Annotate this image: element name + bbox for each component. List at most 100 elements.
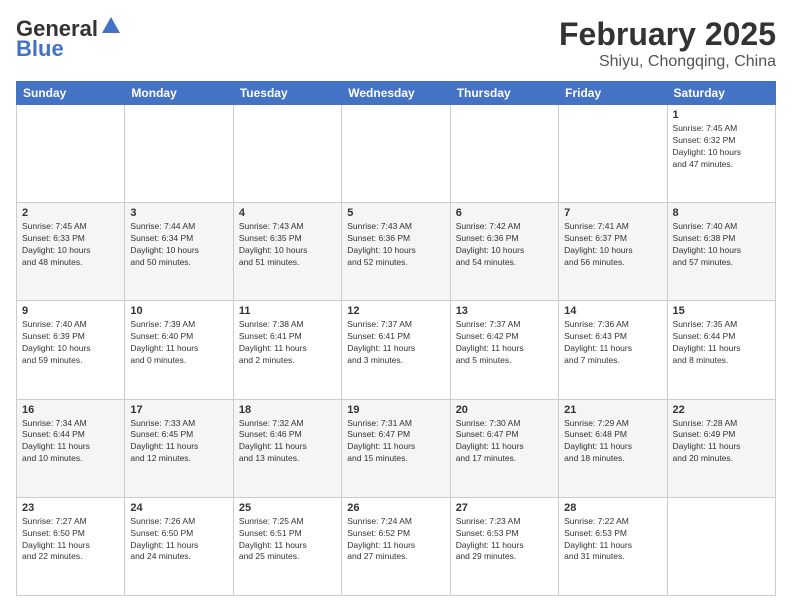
day-info: Sunrise: 7:35 AM Sunset: 6:44 PM Dayligh… (673, 319, 770, 367)
day-info: Sunrise: 7:41 AM Sunset: 6:37 PM Dayligh… (564, 221, 661, 269)
day-number: 27 (456, 502, 553, 514)
day-number: 9 (22, 305, 119, 317)
col-monday: Monday (125, 82, 233, 105)
day-number: 7 (564, 207, 661, 219)
calendar-cell (559, 105, 667, 203)
day-info: Sunrise: 7:39 AM Sunset: 6:40 PM Dayligh… (130, 319, 227, 367)
calendar-cell: 12Sunrise: 7:37 AM Sunset: 6:41 PM Dayli… (342, 301, 450, 399)
day-info: Sunrise: 7:40 AM Sunset: 6:38 PM Dayligh… (673, 221, 770, 269)
calendar-cell: 5Sunrise: 7:43 AM Sunset: 6:36 PM Daylig… (342, 203, 450, 301)
day-info: Sunrise: 7:43 AM Sunset: 6:35 PM Dayligh… (239, 221, 336, 269)
calendar-cell: 6 Sunrise: 7:42 AM Sunset: 6:36 PM Daylig… (450, 203, 558, 301)
day-info: Sunrise: 7:30 AM Sunset: 6:47 PM Dayligh… (456, 418, 553, 466)
calendar-cell: 14Sunrise: 7:36 AM Sunset: 6:43 PM Dayli… (559, 301, 667, 399)
calendar-subtitle: Shiyu, Chongqing, China (559, 53, 776, 71)
day-number: 11 (239, 305, 336, 317)
calendar-cell: 9 Sunrise: 7:40 AM Sunset: 6:39 PM Daylig… (17, 301, 125, 399)
calendar-cell: 2 Sunrise: 7:45 AM Sunset: 6:33 PM Daylig… (17, 203, 125, 301)
day-info: Sunrise: 7:26 AM Sunset: 6:50 PM Dayligh… (130, 516, 227, 564)
calendar-table: Sunday Monday Tuesday Wednesday Thursday… (16, 81, 776, 596)
day-number: 2 (22, 207, 119, 219)
day-number: 22 (673, 404, 770, 416)
calendar-cell: 13 Sunrise: 7:37 AM Sunset: 6:42 PM Dayli… (450, 301, 558, 399)
col-tuesday: Tuesday (233, 82, 341, 105)
calendar-cell: 20 Sunrise: 7:30 AM Sunset: 6:47 PM Dayli… (450, 399, 558, 497)
calendar-cell: 3 Sunrise: 7:44 AM Sunset: 6:34 PM Daylig… (125, 203, 233, 301)
calendar-cell: 10 Sunrise: 7:39 AM Sunset: 6:40 PM Dayli… (125, 301, 233, 399)
day-info: Sunrise: 7:24 AM Sunset: 6:52 PM Dayligh… (347, 516, 444, 564)
day-info: Sunrise: 7:29 AM Sunset: 6:48 PM Dayligh… (564, 418, 661, 466)
day-info: Sunrise: 7:27 AM Sunset: 6:50 PM Dayligh… (22, 516, 119, 564)
calendar-title: February 2025 (559, 16, 776, 53)
day-number: 21 (564, 404, 661, 416)
day-number: 3 (130, 207, 227, 219)
col-saturday: Saturday (667, 82, 775, 105)
col-sunday: Sunday (17, 82, 125, 105)
calendar-cell: 18Sunrise: 7:32 AM Sunset: 6:46 PM Dayli… (233, 399, 341, 497)
day-number: 1 (673, 109, 770, 121)
day-info: Sunrise: 7:37 AM Sunset: 6:42 PM Dayligh… (456, 319, 553, 367)
calendar-cell (125, 105, 233, 203)
day-number: 13 (456, 305, 553, 317)
calendar-week-1: 2 Sunrise: 7:45 AM Sunset: 6:33 PM Daylig… (17, 203, 776, 301)
calendar-cell: 4 Sunrise: 7:43 AM Sunset: 6:35 PM Daylig… (233, 203, 341, 301)
calendar-week-2: 9 Sunrise: 7:40 AM Sunset: 6:39 PM Daylig… (17, 301, 776, 399)
calendar-cell: 22 Sunrise: 7:28 AM Sunset: 6:49 PM Dayli… (667, 399, 775, 497)
title-block: February 2025 Shiyu, Chongqing, China (559, 16, 776, 71)
day-info: Sunrise: 7:42 AM Sunset: 6:36 PM Dayligh… (456, 221, 553, 269)
day-info: Sunrise: 7:37 AM Sunset: 6:41 PM Dayligh… (347, 319, 444, 367)
day-info: Sunrise: 7:43 AM Sunset: 6:36 PM Dayligh… (347, 221, 444, 269)
day-info: Sunrise: 7:28 AM Sunset: 6:49 PM Dayligh… (673, 418, 770, 466)
day-number: 28 (564, 502, 661, 514)
calendar-cell: 21 Sunrise: 7:29 AM Sunset: 6:48 PM Dayli… (559, 399, 667, 497)
day-number: 4 (239, 207, 336, 219)
day-info: Sunrise: 7:25 AM Sunset: 6:51 PM Dayligh… (239, 516, 336, 564)
calendar-cell (667, 497, 775, 595)
logo-icon (100, 15, 122, 37)
calendar-cell: 28Sunrise: 7:22 AM Sunset: 6:53 PM Dayli… (559, 497, 667, 595)
calendar-week-3: 16 Sunrise: 7:34 AM Sunset: 6:44 PM Dayli… (17, 399, 776, 497)
calendar-cell: 26 Sunrise: 7:24 AM Sunset: 6:52 PM Dayli… (342, 497, 450, 595)
calendar-cell (450, 105, 558, 203)
day-number: 25 (239, 502, 336, 514)
calendar-cell: 1 Sunrise: 7:45 AM Sunset: 6:32 PM Daylig… (667, 105, 775, 203)
day-number: 19 (347, 404, 444, 416)
day-info: Sunrise: 7:31 AM Sunset: 6:47 PM Dayligh… (347, 418, 444, 466)
col-thursday: Thursday (450, 82, 558, 105)
header-row: Sunday Monday Tuesday Wednesday Thursday… (17, 82, 776, 105)
day-number: 6 (456, 207, 553, 219)
header: General Blue February 2025 Shiyu, Chongq… (16, 16, 776, 71)
day-info: Sunrise: 7:45 AM Sunset: 6:32 PM Dayligh… (673, 123, 770, 171)
calendar-cell: 16 Sunrise: 7:34 AM Sunset: 6:44 PM Dayli… (17, 399, 125, 497)
day-number: 10 (130, 305, 227, 317)
day-number: 20 (456, 404, 553, 416)
calendar-cell: 15Sunrise: 7:35 AM Sunset: 6:44 PM Dayli… (667, 301, 775, 399)
day-info: Sunrise: 7:33 AM Sunset: 6:45 PM Dayligh… (130, 418, 227, 466)
calendar-cell: 25 Sunrise: 7:25 AM Sunset: 6:51 PM Dayli… (233, 497, 341, 595)
day-info: Sunrise: 7:40 AM Sunset: 6:39 PM Dayligh… (22, 319, 119, 367)
calendar-cell: 24 Sunrise: 7:26 AM Sunset: 6:50 PM Dayli… (125, 497, 233, 595)
calendar-cell: 23 Sunrise: 7:27 AM Sunset: 6:50 PM Dayli… (17, 497, 125, 595)
calendar-cell: 19 Sunrise: 7:31 AM Sunset: 6:47 PM Dayli… (342, 399, 450, 497)
day-number: 24 (130, 502, 227, 514)
day-info: Sunrise: 7:45 AM Sunset: 6:33 PM Dayligh… (22, 221, 119, 269)
calendar-cell: 27Sunrise: 7:23 AM Sunset: 6:53 PM Dayli… (450, 497, 558, 595)
logo: General Blue (16, 16, 122, 62)
day-info: Sunrise: 7:44 AM Sunset: 6:34 PM Dayligh… (130, 221, 227, 269)
day-number: 23 (22, 502, 119, 514)
calendar-week-0: 1 Sunrise: 7:45 AM Sunset: 6:32 PM Daylig… (17, 105, 776, 203)
day-number: 16 (22, 404, 119, 416)
day-info: Sunrise: 7:38 AM Sunset: 6:41 PM Dayligh… (239, 319, 336, 367)
day-info: Sunrise: 7:32 AM Sunset: 6:46 PM Dayligh… (239, 418, 336, 466)
col-friday: Friday (559, 82, 667, 105)
page: General Blue February 2025 Shiyu, Chongq… (0, 0, 792, 612)
calendar-cell: 11 Sunrise: 7:38 AM Sunset: 6:41 PM Dayli… (233, 301, 341, 399)
calendar-cell (17, 105, 125, 203)
col-wednesday: Wednesday (342, 82, 450, 105)
day-info: Sunrise: 7:34 AM Sunset: 6:44 PM Dayligh… (22, 418, 119, 466)
calendar-cell: 7 Sunrise: 7:41 AM Sunset: 6:37 PM Daylig… (559, 203, 667, 301)
day-number: 8 (673, 207, 770, 219)
day-number: 26 (347, 502, 444, 514)
calendar-week-4: 23 Sunrise: 7:27 AM Sunset: 6:50 PM Dayli… (17, 497, 776, 595)
calendar-cell (233, 105, 341, 203)
